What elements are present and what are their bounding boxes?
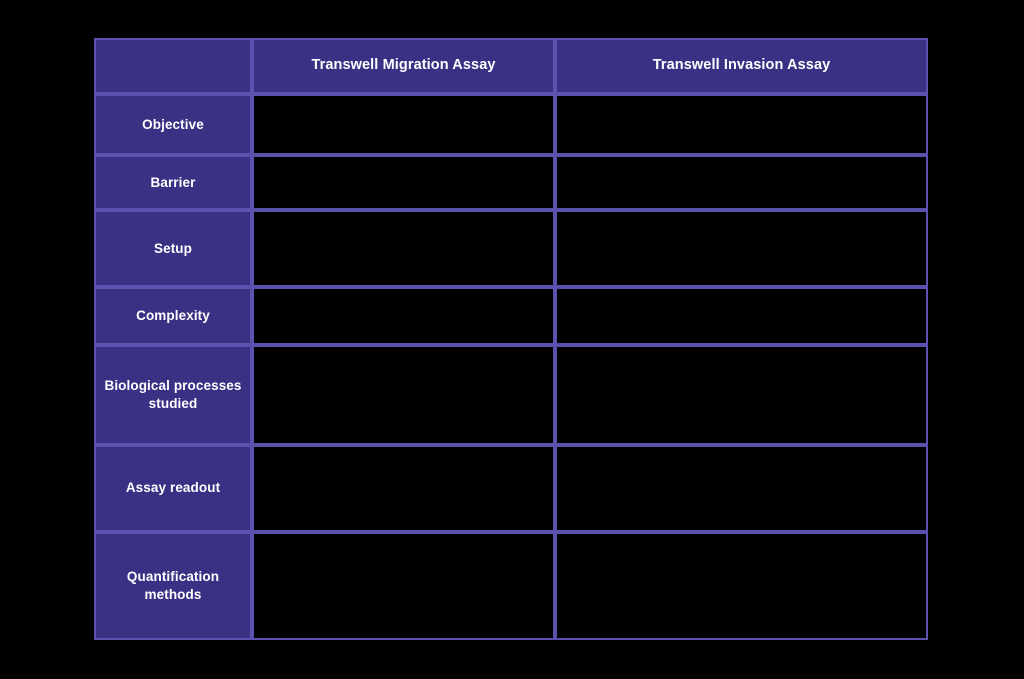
cell-biological-processes-invasion — [555, 345, 928, 445]
row-label-setup: Setup — [94, 210, 252, 288]
column-header-transwell-migration-assay: Transwell Migration Assay — [252, 38, 555, 94]
cell-barrier-migration — [252, 155, 555, 211]
cell-assay-readout-invasion — [555, 444, 928, 532]
table-corner-cell — [94, 38, 252, 94]
cell-assay-readout-migration — [252, 444, 555, 532]
cell-objective-invasion — [555, 94, 928, 156]
cell-quantification-methods-migration — [252, 531, 555, 640]
table-row: Biological processes studied — [94, 345, 928, 445]
row-label-biological-processes-studied: Biological processes studied — [94, 345, 252, 445]
table-row: Quantification methods — [94, 531, 928, 640]
comparison-table: Transwell Migration Assay Transwell Inva… — [94, 38, 928, 640]
cell-setup-invasion — [555, 210, 928, 288]
column-header-transwell-invasion-assay: Transwell Invasion Assay — [555, 38, 928, 94]
table-row: Objective — [94, 94, 928, 156]
table-header-row: Transwell Migration Assay Transwell Inva… — [94, 38, 928, 94]
table-row: Assay readout — [94, 444, 928, 532]
cell-setup-migration — [252, 210, 555, 288]
row-label-quantification-methods: Quantification methods — [94, 531, 252, 640]
cell-complexity-invasion — [555, 287, 928, 346]
cell-biological-processes-migration — [252, 345, 555, 445]
cell-objective-migration — [252, 94, 555, 156]
table-row: Complexity — [94, 287, 928, 346]
row-label-complexity: Complexity — [94, 287, 252, 346]
table-body: Objective Barrier Setup Complexity Biolo… — [94, 94, 928, 640]
table-row: Barrier — [94, 155, 928, 211]
cell-complexity-migration — [252, 287, 555, 346]
row-label-barrier: Barrier — [94, 155, 252, 211]
table-header: Transwell Migration Assay Transwell Inva… — [94, 38, 928, 94]
cell-quantification-methods-invasion — [555, 531, 928, 640]
row-label-assay-readout: Assay readout — [94, 444, 252, 532]
cell-barrier-invasion — [555, 155, 928, 211]
table-row: Setup — [94, 210, 928, 288]
row-label-objective: Objective — [94, 94, 252, 156]
